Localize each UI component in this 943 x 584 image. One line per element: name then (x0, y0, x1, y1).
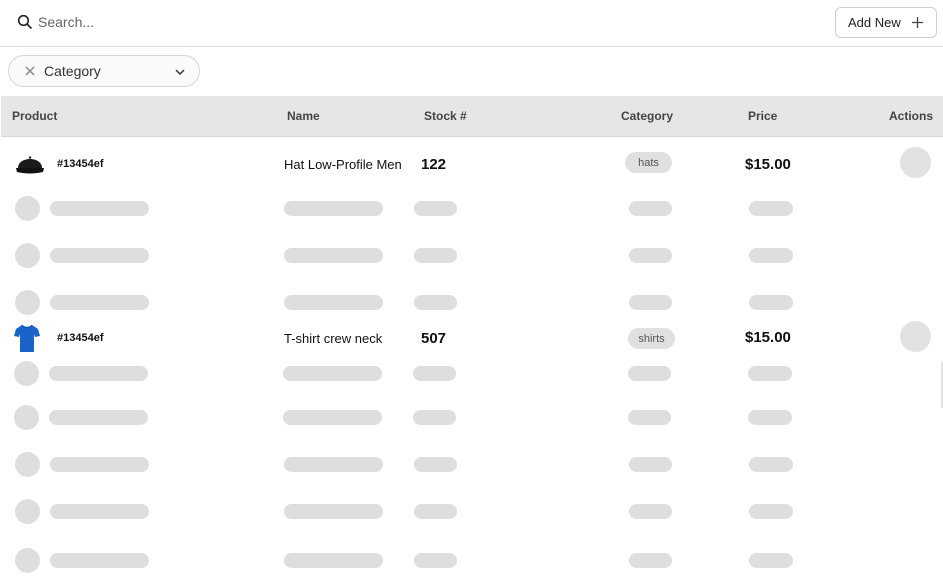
product-sku: #13454ef (57, 158, 104, 170)
black-cap-icon (16, 156, 44, 174)
column-header-category[interactable]: Category (621, 109, 673, 123)
skeleton-row (1, 196, 943, 222)
skeleton-bar (749, 457, 793, 472)
skeleton-bar (629, 248, 672, 263)
skeleton-bar (284, 201, 383, 216)
skeleton-bar (629, 201, 672, 216)
skeleton-avatar (15, 196, 40, 221)
stock-count: 122 (421, 156, 447, 173)
column-header-name[interactable]: Name (287, 109, 320, 123)
skeleton-bar (628, 366, 671, 381)
product-price: $15.00 (745, 329, 791, 346)
skeleton-bar (50, 295, 149, 310)
skeleton-avatar (15, 452, 40, 477)
top-bar: Add New (0, 0, 943, 47)
skeleton-bar (413, 366, 456, 381)
stock-count: 507 (421, 330, 447, 347)
skeleton-bar (414, 201, 457, 216)
category-badge: hats (625, 152, 672, 173)
column-header-actions[interactable]: Actions (889, 109, 933, 123)
add-new-label: Add New (848, 15, 901, 30)
skeleton-bar (749, 504, 793, 519)
add-new-button[interactable]: Add New (835, 7, 937, 38)
skeleton-row (1, 290, 943, 316)
category-filter-dropdown[interactable]: Category (8, 55, 200, 87)
skeleton-bar (749, 248, 793, 263)
skeleton-avatar (15, 548, 40, 573)
skeleton-bar (628, 410, 671, 425)
skeleton-bar (284, 295, 383, 310)
blue-tshirt-icon (14, 324, 40, 352)
skeleton-bar (629, 553, 672, 568)
skeleton-row (1, 361, 943, 387)
table-row[interactable]: #13454ef Hat Low-Profile Men 122 hats $1… (1, 145, 943, 183)
skeleton-row (1, 243, 943, 269)
skeleton-bar (748, 410, 792, 425)
table-header: Product Name Stock # Category Price Acti… (1, 96, 943, 137)
column-header-product[interactable]: Product (12, 109, 57, 123)
product-price: $15.00 (745, 156, 791, 173)
skeleton-bar (629, 457, 672, 472)
product-name: T-shirt crew neck (284, 331, 383, 346)
skeleton-bar (414, 457, 457, 472)
skeleton-bar (50, 457, 149, 472)
category-badge: shirts (628, 328, 675, 349)
skeleton-bar (748, 366, 792, 381)
skeleton-bar (414, 295, 457, 310)
column-header-price[interactable]: Price (748, 109, 777, 123)
skeleton-bar (284, 504, 383, 519)
skeleton-avatar (15, 243, 40, 268)
skeleton-bar (50, 248, 149, 263)
skeleton-row (1, 499, 943, 525)
skeleton-bar (629, 504, 672, 519)
skeleton-bar (629, 295, 672, 310)
row-actions-button[interactable] (900, 147, 931, 178)
skeleton-bar (283, 366, 382, 381)
skeleton-bar (284, 248, 383, 263)
skeleton-bar (283, 410, 382, 425)
skeleton-row (1, 548, 943, 574)
product-name: Hat Low-Profile Men (284, 157, 402, 172)
skeleton-bar (749, 201, 793, 216)
skeleton-avatar (14, 361, 39, 386)
skeleton-bar (749, 553, 793, 568)
skeleton-bar (49, 366, 148, 381)
plus-icon (912, 17, 923, 28)
skeleton-bar (50, 553, 149, 568)
search-input[interactable] (38, 12, 338, 32)
row-actions-button[interactable] (900, 321, 931, 352)
product-sku: #13454ef (57, 332, 104, 344)
skeleton-bar (50, 504, 149, 519)
skeleton-row (1, 405, 943, 431)
skeleton-avatar (15, 499, 40, 524)
skeleton-bar (50, 201, 149, 216)
skeleton-bar (284, 457, 383, 472)
table-row[interactable]: #13454ef T-shirt crew neck 507 shirts $1… (1, 320, 943, 356)
skeleton-avatar (15, 290, 40, 315)
skeleton-bar (749, 295, 793, 310)
skeleton-bar (414, 553, 457, 568)
skeleton-bar (414, 504, 457, 519)
chevron-down-icon (175, 69, 185, 76)
skeleton-bar (413, 410, 456, 425)
skeleton-bar (284, 553, 383, 568)
search-icon (17, 14, 32, 29)
category-filter-label: Category (44, 63, 101, 79)
clear-filter-icon[interactable] (24, 65, 36, 77)
filter-row: Category (0, 47, 943, 96)
skeleton-row (1, 452, 943, 478)
skeleton-avatar (14, 405, 39, 430)
skeleton-bar (49, 410, 148, 425)
column-header-stock[interactable]: Stock # (424, 109, 467, 123)
skeleton-bar (414, 248, 457, 263)
